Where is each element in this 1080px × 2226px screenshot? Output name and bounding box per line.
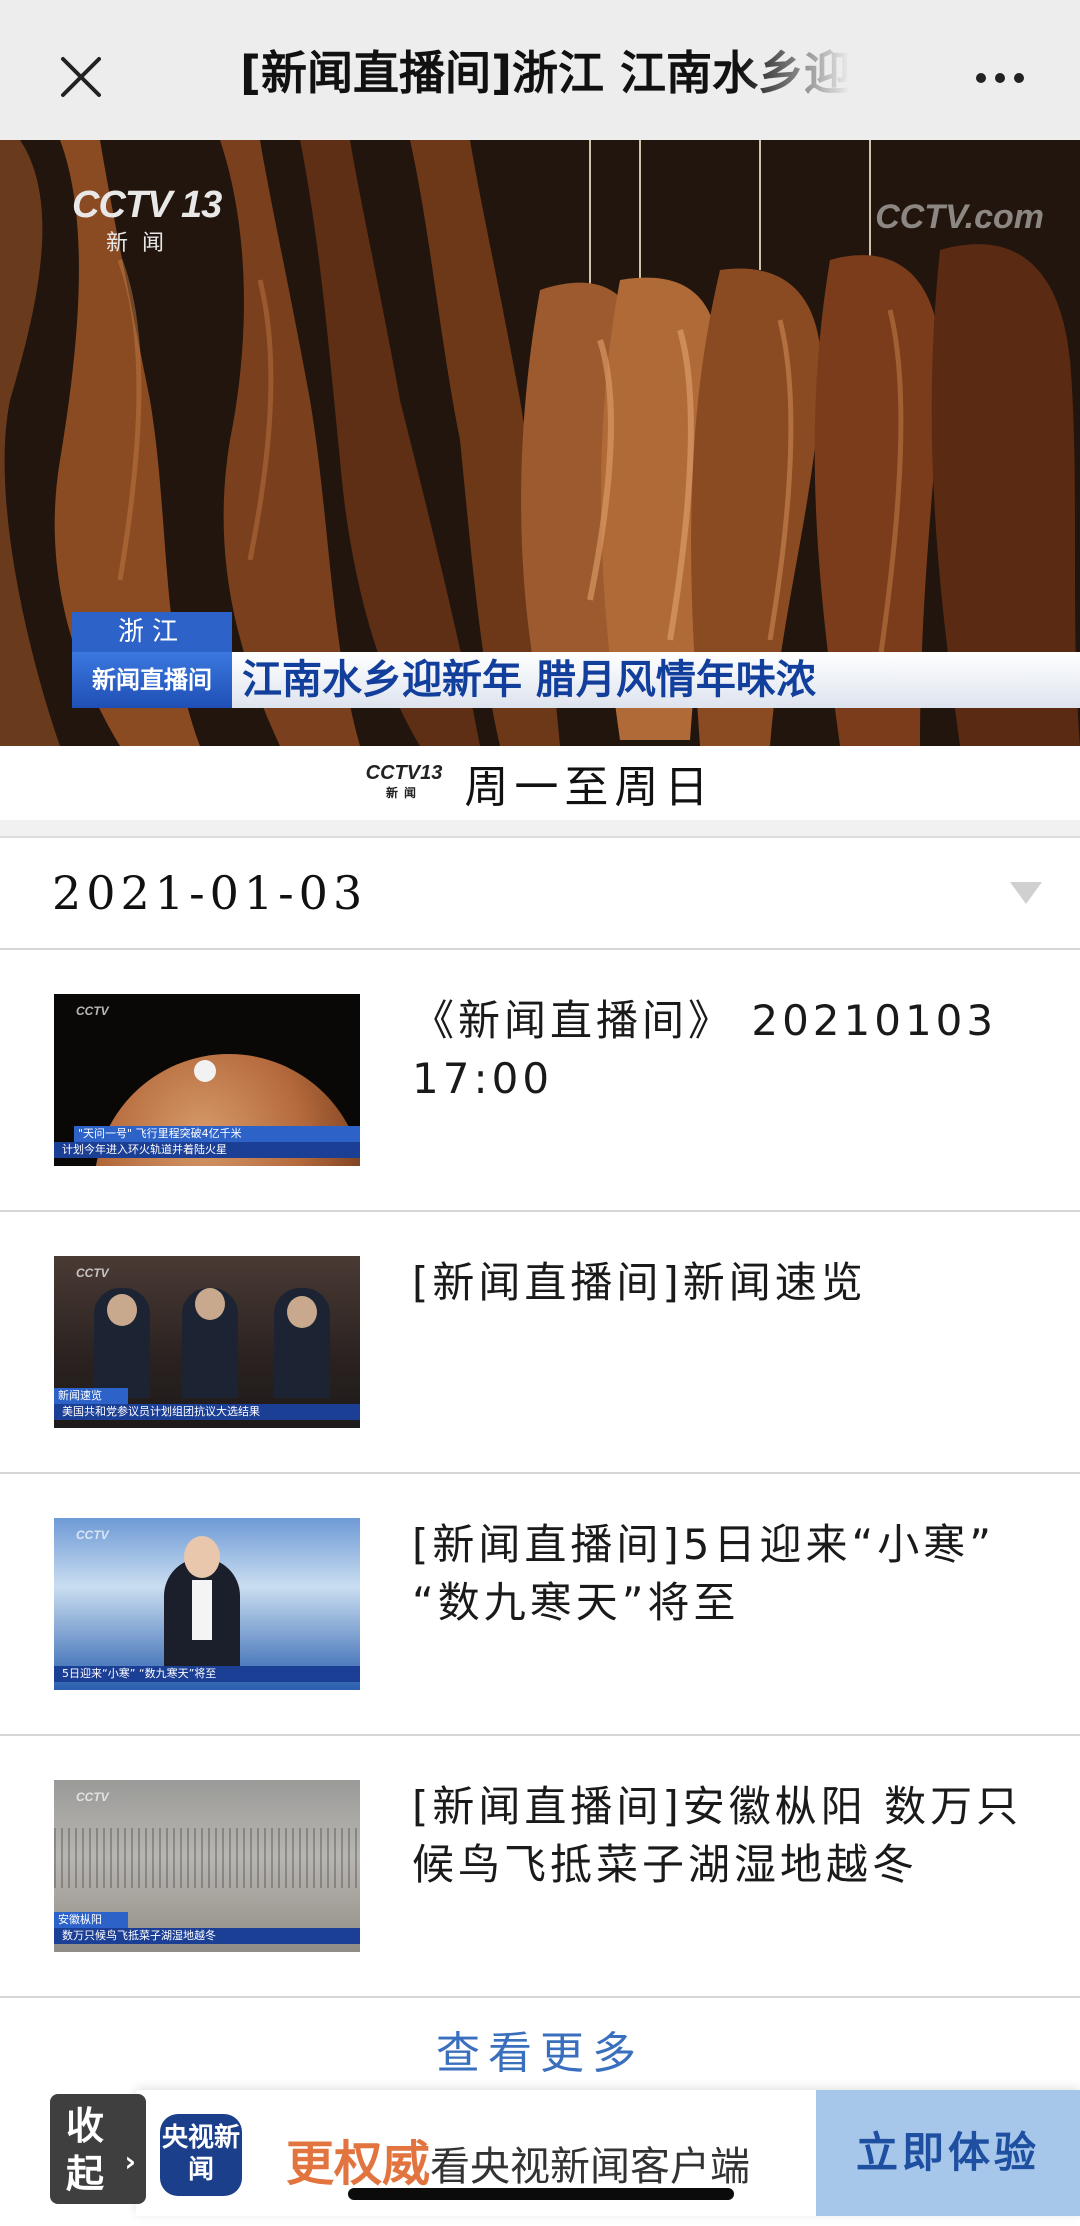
episode-list: CCTV "天问一号" 飞行里程突破4亿千米 计划今年进入环火轨道并着陆火星 《… xyxy=(0,950,1080,1998)
episode-thumbnail: CCTV 新闻速览 美国共和党参议员计划组团抗议大选结果 xyxy=(54,1256,360,1428)
home-indicator[interactable] xyxy=(348,2188,734,2200)
thumb-caption-bottom: 美国共和党参议员计划组团抗议大选结果 xyxy=(54,1404,360,1420)
cctv-watermark: CCTV.com xyxy=(875,198,1044,236)
promo-slogan-rest: 看央视新闻客户端 xyxy=(430,2144,751,2190)
more-icon-dot xyxy=(1014,73,1024,83)
thumb-caption-bottom: 数万只候鸟飞抵菜子湖湿地越冬 xyxy=(54,1928,360,1944)
collapse-button[interactable]: 收起 › xyxy=(50,2094,146,2204)
thumb-caption-top: 新闻速览 xyxy=(54,1388,128,1404)
banner-headline: 江南水乡迎新年 腊月风情年味浓 xyxy=(232,652,1080,708)
selected-date: 2021-01-03 xyxy=(52,866,368,920)
probe-dot xyxy=(194,1060,216,1082)
episode-title: [新闻直播间]新闻速览 xyxy=(412,1258,867,1307)
episode-title: [新闻直播间]5日迎来“小寒” “数九寒天”将至 xyxy=(412,1520,996,1627)
episode-thumbnail: CCTV "天问一号" 飞行里程突破4亿千米 计划今年进入环火轨道并着陆火星 xyxy=(54,994,360,1166)
location-tag: 浙江 xyxy=(72,612,232,652)
schedule-text: 周一至周日 xyxy=(464,762,715,813)
anchor-face xyxy=(184,1536,220,1578)
person-head xyxy=(195,1288,225,1320)
try-now-button[interactable]: 立即体验 xyxy=(816,2090,1080,2216)
more-icon-dot xyxy=(995,73,1005,83)
channel-logo: CCTV 13 新闻 xyxy=(72,184,222,257)
section-divider xyxy=(0,820,1080,838)
video-banner[interactable]: CCTV 13 新闻 CCTV.com 浙江 新闻直播间 江南水乡迎新年 腊月风… xyxy=(0,140,1080,746)
thumb-logo: CCTV xyxy=(76,1790,109,1804)
cctv13-mini-logo-sub: 新闻 xyxy=(385,786,422,800)
person-head xyxy=(287,1296,317,1328)
more-icon xyxy=(976,73,986,83)
list-item[interactable]: CCTV 新闻速览 美国共和党参议员计划组团抗议大选结果 [新闻直播间]新闻速览 xyxy=(0,1212,1080,1474)
title-bar: [新闻直播间]浙江 江南水乡迎新年 腊月风情年味浓 xyxy=(0,0,1080,140)
promo-slogan: 更权威看央视新闻客户端 xyxy=(286,2124,750,2194)
more-options-button[interactable] xyxy=(962,48,1038,108)
thumb-caption-top: 安徽枞阳 xyxy=(54,1912,128,1928)
episode-thumbnail: CCTV 安徽枞阳 数万只候鸟飞抵菜子湖湿地越冬 xyxy=(54,1780,360,1952)
channel-logo-text: CCTV 13 xyxy=(72,184,222,226)
cctv13-mini-logo: CCTV13 新闻 xyxy=(366,763,443,803)
chevron-right-icon: › xyxy=(124,2145,136,2178)
channel-logo-sub: 新闻 xyxy=(106,230,179,255)
schedule-strip: CCTV13 新闻 周一至周日 xyxy=(0,746,1080,820)
thumb-caption-bottom: 5日迎来“小寒” “数九寒天”将至 xyxy=(54,1666,360,1682)
episode-title: 《新闻直播间》 20210103 17:00 xyxy=(412,996,998,1103)
thumb-logo: CCTV xyxy=(76,1528,109,1542)
close-icon xyxy=(61,57,101,97)
bird-flock xyxy=(54,1828,360,1888)
collapse-label: 收起 xyxy=(66,2104,105,2196)
promo-slogan-strong: 更权威 xyxy=(286,2136,431,2192)
cctv13-mini-logo-text: CCTV13 xyxy=(365,762,443,784)
page-title: [新闻直播间]浙江 江南水乡迎新年 腊月风情年味浓 xyxy=(240,46,850,100)
chevron-down-icon[interactable] xyxy=(1010,882,1042,904)
person-head xyxy=(107,1294,137,1326)
list-item[interactable]: CCTV "天问一号" 飞行里程突破4亿千米 计划今年进入环火轨道并着陆火星 《… xyxy=(0,950,1080,1212)
list-item[interactable]: CCTV 安徽枞阳 数万只候鸟飞抵菜子湖湿地越冬 [新闻直播间]安徽枞阳 数万只… xyxy=(0,1736,1080,1998)
episode-title: [新闻直播间]安徽枞阳 数万只候鸟飞抵菜子湖湿地越冬 xyxy=(412,1782,1023,1889)
close-button[interactable] xyxy=(50,46,112,108)
date-selector[interactable]: 2021-01-03 xyxy=(0,838,1080,950)
thumb-caption-top: "天问一号" 飞行里程突破4亿千米 xyxy=(74,1126,360,1142)
thumb-logo: CCTV xyxy=(76,1004,109,1018)
thumb-caption-bottom: 计划今年进入环火轨道并着陆火星 xyxy=(54,1142,360,1158)
episode-thumbnail: CCTV 5日迎来“小寒” “数九寒天”将至 xyxy=(54,1518,360,1690)
anchor-shirt xyxy=(192,1580,212,1640)
list-item[interactable]: CCTV 5日迎来“小寒” “数九寒天”将至 [新闻直播间]5日迎来“小寒” “… xyxy=(0,1474,1080,1736)
thumb-logo: CCTV xyxy=(76,1266,109,1280)
program-tag: 新闻直播间 xyxy=(72,652,232,708)
cctv-news-app-icon[interactable]: 央视新闻 xyxy=(160,2114,242,2196)
